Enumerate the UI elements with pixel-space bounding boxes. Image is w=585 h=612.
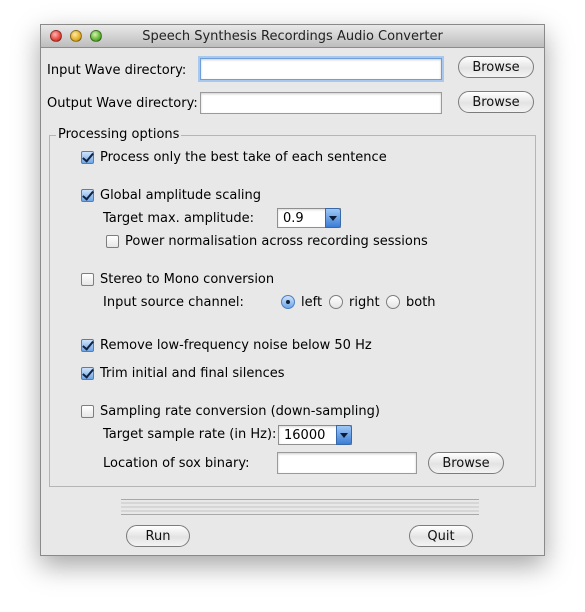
stereo-mono-label: Stereo to Mono conversion bbox=[100, 272, 275, 287]
low-frequency-checkbox[interactable] bbox=[81, 339, 94, 352]
processing-options-group: Processing options Process only the best… bbox=[49, 127, 536, 487]
processing-options-title: Processing options bbox=[56, 127, 182, 142]
channel-right-radio[interactable] bbox=[329, 295, 343, 309]
channel-right-label: right bbox=[349, 295, 380, 310]
source-channel-label: Input source channel: bbox=[103, 295, 244, 310]
channel-both-radio[interactable] bbox=[386, 295, 400, 309]
input-browse-button[interactable]: Browse bbox=[458, 56, 534, 78]
target-amplitude-select[interactable]: 0.9 bbox=[277, 208, 341, 228]
output-dir-field[interactable] bbox=[200, 92, 442, 114]
converter-window: Speech Synthesis Recordings Audio Conver… bbox=[40, 24, 545, 556]
channel-left-radio[interactable] bbox=[281, 295, 295, 309]
input-dir-field[interactable] bbox=[200, 58, 442, 80]
sox-location-field[interactable] bbox=[277, 452, 417, 474]
target-rate-label: Target sample rate (in Hz): bbox=[103, 427, 277, 442]
progress-bar bbox=[121, 499, 479, 515]
trim-silences-label: Trim initial and final silences bbox=[100, 366, 285, 381]
target-rate-value: 16000 bbox=[284, 428, 326, 443]
best-take-label: Process only the best take of each sente… bbox=[100, 150, 387, 165]
target-amplitude-value: 0.9 bbox=[283, 211, 304, 226]
input-dir-label: Input Wave directory: bbox=[47, 63, 187, 78]
sampling-rate-label: Sampling rate conversion (down-sampling) bbox=[100, 404, 380, 419]
sampling-rate-checkbox[interactable] bbox=[81, 405, 94, 418]
quit-button[interactable]: Quit bbox=[409, 525, 473, 547]
chevron-down-icon[interactable] bbox=[336, 425, 352, 445]
sox-location-label: Location of sox binary: bbox=[103, 456, 250, 471]
target-rate-select[interactable]: 16000 bbox=[278, 425, 352, 445]
output-dir-label: Output Wave directory: bbox=[47, 96, 198, 111]
channel-left-label: left bbox=[301, 295, 323, 310]
output-browse-button[interactable]: Browse bbox=[458, 91, 534, 113]
stereo-mono-checkbox[interactable] bbox=[81, 273, 94, 286]
run-button[interactable]: Run bbox=[126, 525, 190, 547]
global-amplitude-checkbox[interactable] bbox=[81, 189, 94, 202]
channel-both-label: both bbox=[406, 295, 436, 310]
title-bar: Speech Synthesis Recordings Audio Conver… bbox=[41, 25, 544, 48]
best-take-checkbox[interactable] bbox=[81, 151, 94, 164]
power-normalisation-label: Power normalisation across recording ses… bbox=[125, 234, 428, 249]
sox-browse-button[interactable]: Browse bbox=[428, 452, 504, 474]
global-amplitude-label: Global amplitude scaling bbox=[100, 188, 262, 203]
low-frequency-label: Remove low-frequency noise below 50 Hz bbox=[100, 338, 372, 353]
target-amplitude-label: Target max. amplitude: bbox=[103, 211, 255, 226]
trim-silences-checkbox[interactable] bbox=[81, 367, 94, 380]
chevron-down-icon[interactable] bbox=[325, 208, 341, 228]
window-title: Speech Synthesis Recordings Audio Conver… bbox=[142, 29, 443, 44]
power-normalisation-checkbox[interactable] bbox=[106, 235, 119, 248]
